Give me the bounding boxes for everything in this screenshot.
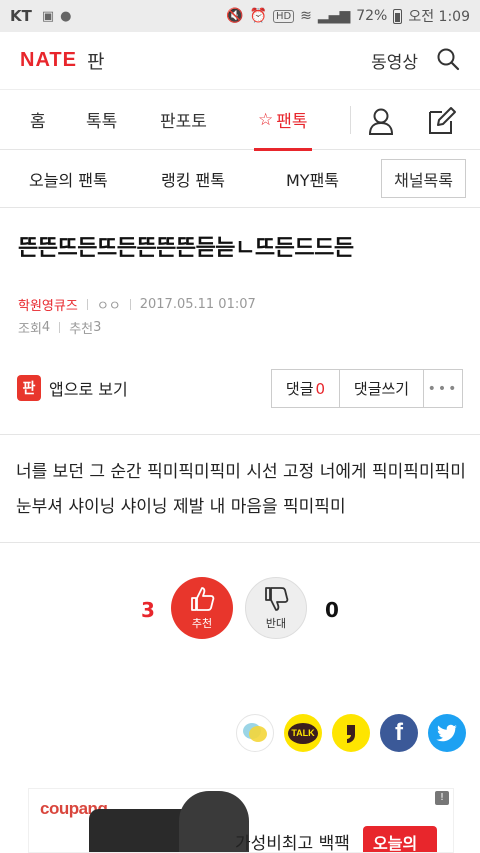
user-icon[interactable]: [368, 107, 394, 139]
recommend-count: 3: [93, 320, 102, 335]
comments-button[interactable]: 댓글 0: [272, 370, 340, 407]
kakaostory-icon: [243, 723, 267, 742]
kakaopage-icon: [347, 725, 355, 743]
downvote-label: 반대: [265, 617, 287, 630]
upvote-label: 추천: [191, 617, 213, 630]
facebook-share-button[interactable]: f: [380, 714, 418, 752]
post-author[interactable]: 학원영큐즈: [18, 295, 78, 314]
nav-divider: [350, 106, 351, 134]
upvote-count: 3: [141, 598, 155, 622]
meta-divider: [86, 299, 88, 310]
tab-home[interactable]: 홈: [30, 90, 46, 150]
meta-divider: [129, 299, 131, 310]
battery-icon: [393, 8, 403, 24]
divider: [0, 542, 480, 543]
comment-actions: 댓글 0 댓글쓰기 •••: [271, 369, 463, 408]
views-count: 4: [41, 320, 51, 335]
app-view-label: 앱으로 보기: [49, 380, 128, 399]
coupang-ad-banner[interactable]: coupang 가성비최고 백팩 오늘의 !: [28, 788, 454, 853]
tab-toktok[interactable]: 톡톡: [86, 90, 117, 150]
ad-info-icon[interactable]: !: [435, 791, 449, 805]
divider: [0, 434, 480, 435]
thumbs-up-icon: [191, 587, 215, 611]
battery-percent: 72%: [356, 8, 388, 24]
facebook-icon: f: [395, 719, 403, 746]
subtab-my-fantok[interactable]: MY팬톡: [286, 167, 339, 191]
twitter-share-button[interactable]: [428, 714, 466, 752]
gallery-notification-icon: ▣: [41, 8, 55, 24]
recommend-label: 추천: [69, 322, 94, 337]
post-meta: 학원영큐즈 ㅇㅇ 2017.05.11 01:07: [18, 295, 256, 314]
subtab-today-fantok[interactable]: 오늘의 팬톡: [29, 167, 108, 191]
post-title: 뜬뜬뜨든뜨든뜬뜬뜬듣늗ㄴ뜨든드드든: [18, 236, 354, 261]
downvote-count: 0: [325, 598, 339, 622]
upvote-button[interactable]: 추천: [171, 577, 233, 639]
app-view-button[interactable]: 판 앱으로 보기: [17, 375, 128, 401]
twitter-icon: [436, 724, 457, 742]
channel-list-button[interactable]: 채널목록: [381, 159, 466, 198]
thumbs-down-icon: [265, 587, 289, 611]
comments-label: 댓글: [285, 380, 314, 398]
subtab-ranking-fantok[interactable]: 랭킹 팬톡: [161, 167, 225, 191]
post-date: 2017.05.11 01:07: [139, 297, 256, 312]
status-bar: KT ▣ ● 🔇 ⏰ HD ≋ ▂▄▆ 72% 오전 1:09: [0, 0, 480, 32]
nate-logo[interactable]: NATE: [20, 49, 77, 72]
comments-count: 0: [315, 379, 326, 398]
tab-pannphoto[interactable]: 판포토: [160, 90, 207, 150]
sub-nav: 오늘의 팬톡 랭킹 팬톡 MY팬톡 채널목록: [0, 150, 480, 208]
signal-icon: ▂▄▆: [317, 8, 351, 24]
meta-divider: [59, 322, 61, 333]
search-icon[interactable]: [436, 47, 460, 75]
kakaotalk-share-button[interactable]: TALK: [284, 714, 322, 752]
more-button[interactable]: •••: [424, 370, 462, 407]
tab-fantok[interactable]: ☆ 팬톡: [254, 90, 312, 151]
main-nav: 홈 톡톡 판포토 ☆ 팬톡: [0, 90, 480, 151]
kakaopage-share-button[interactable]: [332, 714, 370, 752]
pann-app-icon: 판: [17, 375, 41, 401]
pann-section-title[interactable]: 판: [87, 47, 104, 74]
kakaostory-share-button[interactable]: [236, 714, 274, 752]
tab-fantok-label: 팬톡: [276, 112, 308, 132]
alarm-icon: ⏰: [249, 8, 267, 24]
hd-icon: HD: [272, 9, 295, 23]
video-link[interactable]: 동영상: [371, 48, 418, 73]
kakaotalk-icon: TALK: [288, 722, 318, 744]
wifi-icon: ≋: [300, 8, 312, 24]
clock: 오전 1:09: [408, 9, 470, 25]
app-header: NATE 판 동영상: [0, 32, 480, 90]
post-stats: 조회 4 추천 3: [18, 318, 101, 337]
post-author-extra: ㅇㅇ: [96, 299, 121, 314]
write-icon[interactable]: [427, 106, 457, 140]
write-comment-button[interactable]: 댓글쓰기: [340, 370, 424, 407]
carrier-label: KT: [10, 7, 32, 25]
status-icons: 🔇 ⏰ HD ≋ ▂▄▆ 72% 오전 1:09: [226, 6, 470, 26]
talk-notification-icon: ●: [60, 8, 72, 24]
ad-cta-button[interactable]: 오늘의: [363, 826, 437, 852]
star-icon: ☆: [258, 109, 274, 130]
downvote-button[interactable]: 반대: [245, 577, 307, 639]
post-body: 너를 보던 그 순간 픽미픽미픽미 시선 고정 너에게 픽미픽미픽미 눈부셔 샤…: [16, 462, 466, 517]
views-label: 조회: [18, 322, 42, 337]
ad-text: 가성비최고 백팩: [235, 834, 350, 853]
mute-icon: 🔇: [226, 8, 244, 24]
